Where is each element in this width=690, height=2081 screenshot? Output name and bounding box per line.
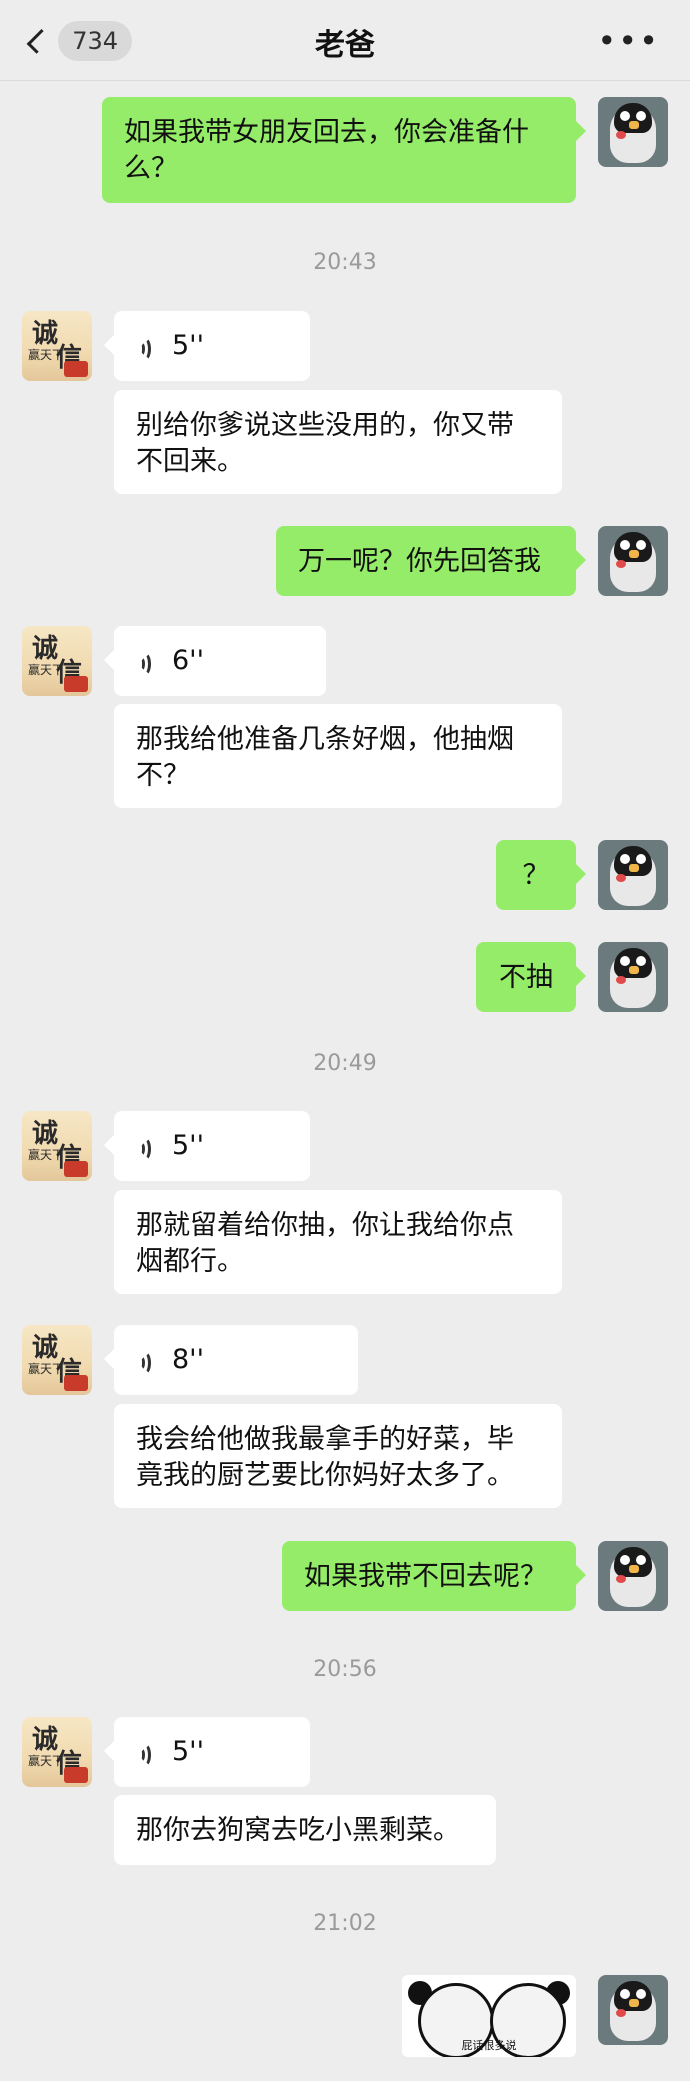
more-options-icon[interactable]: ••• xyxy=(597,22,660,60)
voice-wave-icon xyxy=(136,334,156,361)
voice-message[interactable]: 6'' xyxy=(104,626,326,696)
message-bubble-other[interactable]: 那你去狗窝去吃小黑剩菜。 xyxy=(114,1795,496,1865)
seal-avatar-icon: 诚 信 赢天下 xyxy=(22,1325,92,1395)
avatar-self[interactable] xyxy=(598,840,668,910)
penguin-avatar-icon xyxy=(598,526,668,596)
chat-title: 老爸 xyxy=(315,28,375,63)
voice-duration: 5'' xyxy=(172,1736,205,1767)
penguin-avatar-icon xyxy=(598,97,668,167)
voice-duration: 6'' xyxy=(172,645,205,676)
avatar-self[interactable] xyxy=(598,526,668,596)
voice-message[interactable]: 5'' xyxy=(104,311,310,381)
seal-avatar-icon: 诚 信 赢天下 xyxy=(22,1111,92,1181)
avatar-self[interactable] xyxy=(598,942,668,1012)
avatar-father[interactable]: 诚 信 赢天下 xyxy=(22,626,92,696)
seal-avatar-icon: 诚 信 赢天下 xyxy=(22,1717,92,1787)
avatar-father[interactable]: 诚 信 赢天下 xyxy=(22,1325,92,1395)
avatar-self[interactable] xyxy=(598,1975,668,2045)
avatar-self[interactable] xyxy=(598,1541,668,1611)
timestamp: 21:02 xyxy=(313,1911,377,1936)
voice-message[interactable]: 8'' xyxy=(104,1325,358,1395)
voice-wave-icon xyxy=(136,1134,156,1161)
avatar-father[interactable]: 诚 信 赢天下 xyxy=(22,1111,92,1181)
penguin-avatar-icon xyxy=(598,942,668,1012)
message-bubble-self[interactable]: 如果我带女朋友回去，你会准备什么？ xyxy=(102,97,586,203)
message-bubble-self[interactable]: 不抽 xyxy=(476,942,586,1012)
message-bubble-other[interactable]: 那我给他准备几条好烟，他抽烟不？ xyxy=(114,704,562,808)
avatar-father[interactable]: 诚 信 赢天下 xyxy=(22,311,92,381)
timestamp: 20:56 xyxy=(313,1657,377,1682)
timestamp: 20:49 xyxy=(313,1051,377,1076)
sticker-caption: 屁话很多说 xyxy=(461,2039,517,2052)
avatar-father[interactable]: 诚 信 赢天下 xyxy=(22,1717,92,1787)
seal-avatar-icon: 诚 信 赢天下 xyxy=(22,626,92,696)
voice-wave-icon xyxy=(136,649,156,676)
message-bubble-self[interactable]: 如果我带不回去呢？ xyxy=(282,1541,586,1611)
message-bubble-other[interactable]: 我会给他做我最拿手的好菜，毕竟我的厨艺要比你妈好太多了。 xyxy=(114,1404,562,1508)
message-bubble-other[interactable]: 那就留着给你抽，你让我给你点烟都行。 xyxy=(114,1190,562,1294)
voice-duration: 5'' xyxy=(172,1130,205,1161)
chat-header: 734 老爸 ••• xyxy=(0,0,690,81)
voice-duration: 8'' xyxy=(172,1344,205,1375)
voice-message[interactable]: 5'' xyxy=(104,1717,310,1787)
voice-wave-icon xyxy=(136,1348,156,1375)
avatar-self[interactable] xyxy=(598,97,668,167)
sticker-message[interactable]: 屁话很多说 xyxy=(402,1975,576,2057)
voice-duration: 5'' xyxy=(172,330,205,361)
message-bubble-self[interactable]: 万一呢？你先回答我 xyxy=(276,526,586,596)
message-bubble-self[interactable]: ？ xyxy=(496,840,586,910)
seal-avatar-icon: 诚 信 赢天下 xyxy=(22,311,92,381)
voice-message[interactable]: 5'' xyxy=(104,1111,310,1181)
penguin-avatar-icon xyxy=(598,840,668,910)
penguin-avatar-icon xyxy=(598,1975,668,2045)
timestamp: 20:43 xyxy=(313,250,377,275)
penguin-avatar-icon xyxy=(598,1541,668,1611)
message-bubble-other[interactable]: 别给你爹说这些没用的，你又带不回来。 xyxy=(114,390,562,494)
voice-wave-icon xyxy=(136,1740,156,1767)
